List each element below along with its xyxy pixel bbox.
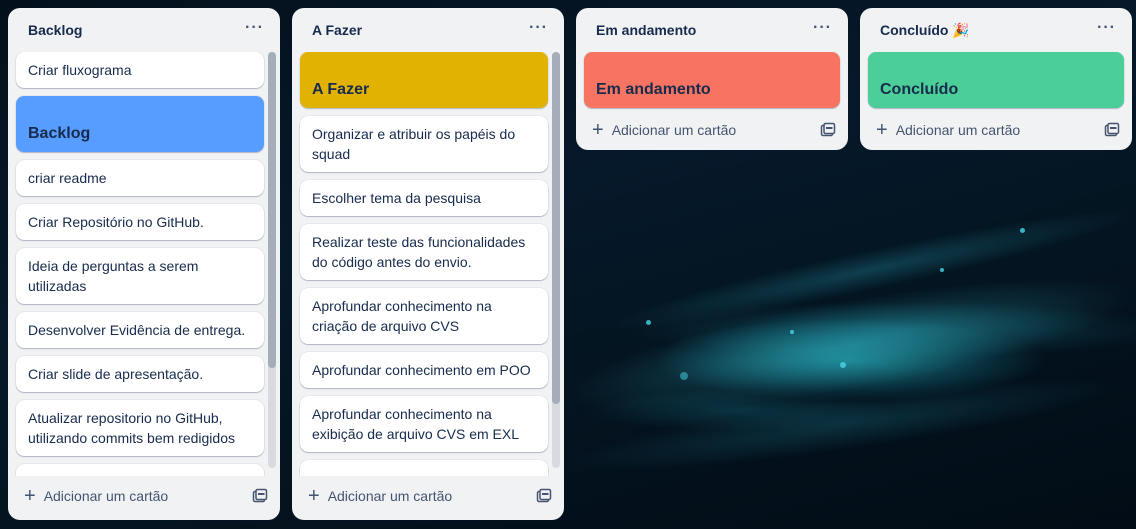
list-menu-button[interactable]: ···: [809, 16, 836, 44]
background-wave: [556, 250, 1136, 440]
list-footer: + Adicionar um cartão: [576, 110, 848, 150]
list-header: Backlog ···: [8, 8, 280, 52]
add-card-label: Adicionar um cartão: [327, 488, 453, 504]
card-cover: A Fazer: [300, 52, 548, 108]
card[interactable]: Aprofundar conhecimento na criação de ar…: [300, 288, 548, 344]
background-speck: [790, 330, 794, 334]
list-title-text: Concluído: [880, 21, 949, 38]
background-wave: [601, 194, 1136, 346]
add-card-label: Adicionar um cartão: [43, 488, 169, 504]
background-wave: [559, 361, 1121, 489]
list-title[interactable]: Em andamento: [596, 22, 696, 38]
card-partial[interactable]: [300, 460, 548, 476]
card-list: Concluído: [860, 52, 1132, 110]
card-cover: Em andamento: [584, 52, 840, 108]
list-backlog: Backlog ··· Criar fluxograma Backlog cri…: [8, 8, 280, 520]
list-concluido: Concluído 🎉 ··· Concluído + Adicionar um…: [860, 8, 1132, 150]
list-footer: + Adicionar um cartão: [8, 476, 280, 516]
card-partial[interactable]: [16, 464, 264, 476]
card[interactable]: Organizar e atribuir os papéis do squad: [300, 116, 548, 172]
card-template-icon[interactable]: [252, 488, 268, 504]
card[interactable]: Desenvolver Evidência de entrega.: [16, 312, 264, 348]
card[interactable]: Atualizar repositorio no GitHub, utiliza…: [16, 400, 264, 456]
background-speck: [1020, 228, 1025, 233]
card-list: Criar fluxograma Backlog criar readme Cr…: [8, 52, 280, 476]
party-popper-icon: 🎉: [952, 21, 970, 38]
card-list: Em andamento: [576, 52, 848, 110]
card-template-icon[interactable]: [1104, 122, 1120, 138]
card-with-cover[interactable]: A Fazer: [300, 52, 548, 108]
add-card-button[interactable]: + Adicionar um cartão: [308, 486, 452, 506]
plus-icon: +: [592, 119, 604, 141]
add-card-button[interactable]: + Adicionar um cartão: [876, 120, 1020, 140]
background-speck: [840, 362, 846, 368]
list-a-fazer: A Fazer ··· A Fazer Organizar e atribuir…: [292, 8, 564, 520]
card-template-icon[interactable]: [536, 488, 552, 504]
card[interactable]: Realizar teste das funcionalidades do có…: [300, 224, 548, 280]
card[interactable]: Criar slide de apresentação.: [16, 356, 264, 392]
scrollbar-thumb[interactable]: [552, 52, 560, 404]
list-title[interactable]: Backlog: [28, 22, 82, 38]
list-menu-button[interactable]: ···: [525, 16, 552, 44]
plus-icon: +: [876, 119, 888, 141]
add-card-label: Adicionar um cartão: [611, 122, 737, 138]
list-footer: + Adicionar um cartão: [292, 476, 564, 516]
add-card-label: Adicionar um cartão: [895, 122, 1021, 138]
list-header: A Fazer ···: [292, 8, 564, 52]
card-with-cover[interactable]: Backlog: [16, 96, 264, 152]
card-with-cover[interactable]: Em andamento: [584, 52, 840, 108]
list-menu-button[interactable]: ···: [1093, 16, 1120, 44]
background-speck: [646, 320, 651, 325]
background-speck: [680, 372, 688, 380]
card[interactable]: Aprofundar conhecimento na exibição de a…: [300, 396, 548, 452]
scrollbar-thumb[interactable]: [268, 52, 276, 368]
card[interactable]: Criar Repositório no GitHub.: [16, 204, 264, 240]
add-card-button[interactable]: + Adicionar um cartão: [592, 120, 736, 140]
scrollbar[interactable]: [552, 52, 560, 468]
scrollbar[interactable]: [268, 52, 276, 468]
card-list: A Fazer Organizar e atribuir os papéis d…: [292, 52, 564, 476]
add-card-button[interactable]: + Adicionar um cartão: [24, 486, 168, 506]
list-title[interactable]: Concluído 🎉: [880, 22, 970, 39]
card[interactable]: Escolher tema da pesquisa: [300, 180, 548, 216]
plus-icon: +: [24, 485, 36, 507]
card[interactable]: criar readme: [16, 160, 264, 196]
list-em-andamento: Em andamento ··· Em andamento + Adiciona…: [576, 8, 848, 150]
card-with-cover[interactable]: Concluído: [868, 52, 1124, 108]
card-template-icon[interactable]: [820, 122, 836, 138]
list-footer: + Adicionar um cartão: [860, 110, 1132, 150]
list-header: Concluído 🎉 ···: [860, 8, 1132, 52]
list-title[interactable]: A Fazer: [312, 22, 362, 38]
card[interactable]: Ideia de perguntas a serem utilizadas: [16, 248, 264, 304]
plus-icon: +: [308, 485, 320, 507]
card[interactable]: Criar fluxograma: [16, 52, 264, 88]
list-menu-button[interactable]: ···: [241, 16, 268, 44]
card[interactable]: Aprofundar conhecimento em POO: [300, 352, 548, 388]
card-cover: Concluído: [868, 52, 1124, 108]
list-header: Em andamento ···: [576, 8, 848, 52]
card-cover: Backlog: [16, 96, 264, 152]
background-speck: [940, 268, 944, 272]
